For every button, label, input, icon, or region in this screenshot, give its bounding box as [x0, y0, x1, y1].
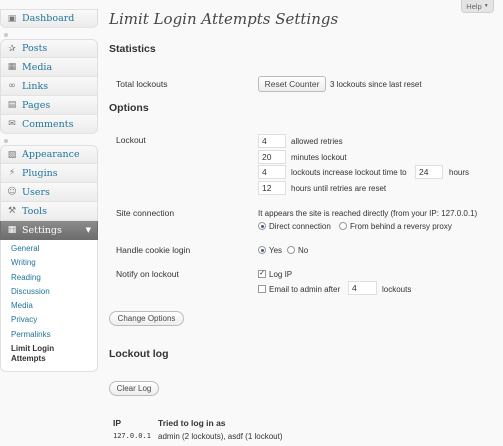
lockout-label: Lockout	[116, 135, 146, 145]
submenu-item-reading[interactable]: Reading	[1, 271, 97, 285]
log-header-tried: Tried to log in as	[158, 418, 226, 428]
sidebar-item-plugins[interactable]: ⚡ Plugins	[0, 164, 98, 183]
log-cell-ip: 127.0.0.1	[113, 432, 151, 440]
allowed-retries-text: allowed retries	[291, 137, 343, 146]
direct-connection-radio[interactable]	[258, 222, 266, 230]
direct-connection-label: Direct connection	[269, 222, 331, 231]
sidebar-item-dashboard[interactable]: ▣ Dashboard	[0, 9, 98, 28]
menu-separator	[0, 136, 98, 145]
sidebar-item-label: Tools	[22, 205, 47, 217]
menu-separator	[0, 30, 98, 39]
sidebar-item-label: Plugins	[22, 167, 58, 179]
settings-icon: ▦	[7, 225, 17, 235]
media-icon: ▦	[7, 62, 17, 72]
sidebar-item-pages[interactable]: ▤ Pages	[0, 96, 98, 115]
sidebar-item-settings[interactable]: ▦ Settings ▼	[0, 221, 98, 240]
submenu-item-permalinks[interactable]: Permalinks	[1, 328, 97, 342]
log-header-ip: IP	[113, 418, 122, 428]
site-connection-info: It appears the site is reached directly …	[258, 209, 478, 218]
cookie-yes-radio[interactable]	[258, 246, 266, 254]
sidebar-item-tools[interactable]: ⚒ Tools	[0, 202, 98, 221]
notify-label: Notify on lockout	[116, 269, 179, 279]
sidebar-item-links[interactable]: ∞ Links	[0, 77, 98, 96]
handle-cookie-label: Handle cookie login	[116, 245, 191, 255]
email-after-input[interactable]: 4	[348, 281, 377, 295]
sidebar-item-comments[interactable]: ✉ Comments	[0, 115, 98, 134]
sidebar-item-label: Posts	[22, 43, 48, 54]
lockouts-increase-text: lockouts increase lockout time to	[291, 168, 407, 177]
submenu-item-writing[interactable]: Writing	[1, 256, 97, 270]
log-ip-label: Log IP	[269, 270, 293, 279]
comment-icon: ✉	[8, 119, 16, 129]
minutes-lockout-input[interactable]: 20	[258, 150, 286, 164]
hours-until-reset-text: hours until retries are reset	[291, 184, 387, 193]
admin-sidebar: ▣ Dashboard ✰ Posts ▦ Media ∞ Links ▤ Pa…	[0, 0, 98, 446]
page-title: Limit Login Attempts Settings	[109, 10, 339, 28]
users-icon: ☺	[7, 187, 17, 197]
increase-hours-input[interactable]: 24	[415, 165, 443, 179]
link-icon: ∞	[8, 81, 16, 91]
sidebar-item-users[interactable]: ☺ Users	[0, 183, 98, 202]
settings-submenu: General Writing Reading Discussion Media…	[0, 240, 98, 372]
lockouts-increase-input[interactable]: 4	[258, 165, 286, 179]
submenu-item-discussion[interactable]: Discussion	[1, 285, 97, 299]
tools-icon: ⚒	[7, 206, 17, 216]
email-admin-checkbox[interactable]	[258, 285, 266, 293]
lockouts-text: lockouts	[382, 285, 412, 294]
clear-log-button[interactable]: Clear Log	[109, 381, 159, 396]
pushpin-icon: ✰	[8, 43, 16, 54]
site-connection-label: Site connection	[116, 208, 175, 218]
minutes-lockout-text: minutes lockout	[291, 153, 347, 162]
allowed-retries-input[interactable]: 4	[258, 134, 286, 148]
plugin-icon: ⚡	[8, 168, 16, 178]
submenu-item-media[interactable]: Media	[1, 299, 97, 313]
total-lockouts-label: Total lockouts	[116, 79, 168, 89]
sidebar-item-label: Pages	[22, 99, 51, 111]
statistics-heading: Statistics	[109, 43, 156, 55]
sidebar-item-label: Settings	[22, 224, 62, 236]
sidebar-item-label: Dashboard	[22, 13, 75, 24]
sidebar-item-label: Users	[22, 186, 50, 198]
help-tab[interactable]: Help ▼	[461, 0, 494, 13]
lockouts-since-reset-text: 3 lockouts since last reset	[330, 80, 422, 89]
behind-proxy-label: From behind a reversy proxy	[350, 222, 452, 231]
submenu-item-limit-login-attempts[interactable]: Limit Login Attempts	[1, 342, 71, 367]
cookie-yes-label: Yes	[269, 246, 283, 255]
chevron-down-icon: ▼	[483, 3, 489, 9]
change-options-button[interactable]: Change Options	[109, 311, 184, 326]
behind-proxy-radio[interactable]	[339, 222, 347, 230]
email-admin-label: Email to admin after	[269, 285, 341, 294]
reset-counter-button[interactable]: Reset Counter	[258, 76, 326, 92]
appearance-icon: ▧	[7, 149, 17, 160]
lockout-log-heading: Lockout log	[109, 348, 169, 360]
sidebar-item-label: Links	[22, 80, 49, 92]
hours-until-reset-input[interactable]: 12	[258, 181, 286, 195]
pages-icon: ▤	[7, 100, 17, 110]
chevron-down-icon[interactable]: ▼	[86, 226, 91, 234]
dashboard-icon: ▣	[7, 13, 17, 24]
sidebar-item-label: Comments	[22, 118, 74, 130]
log-ip-checkbox[interactable]: ✓	[258, 270, 266, 278]
sidebar-item-media[interactable]: ▦ Media	[0, 58, 98, 77]
hours-text: hours	[449, 168, 470, 177]
help-label: Help	[466, 1, 482, 11]
sidebar-item-posts[interactable]: ✰ Posts	[0, 39, 98, 58]
cookie-no-label: No	[298, 246, 309, 255]
sidebar-item-label: Appearance	[22, 149, 80, 160]
sidebar-item-appearance[interactable]: ▧ Appearance	[0, 145, 98, 164]
log-cell-tried: admin (2 lockouts), asdf (1 lockout)	[158, 432, 283, 441]
options-heading: Options	[109, 102, 149, 114]
cookie-no-radio[interactable]	[287, 246, 295, 254]
submenu-item-general[interactable]: General	[1, 242, 97, 256]
sidebar-item-label: Media	[22, 61, 53, 73]
submenu-item-privacy[interactable]: Privacy	[1, 313, 97, 327]
